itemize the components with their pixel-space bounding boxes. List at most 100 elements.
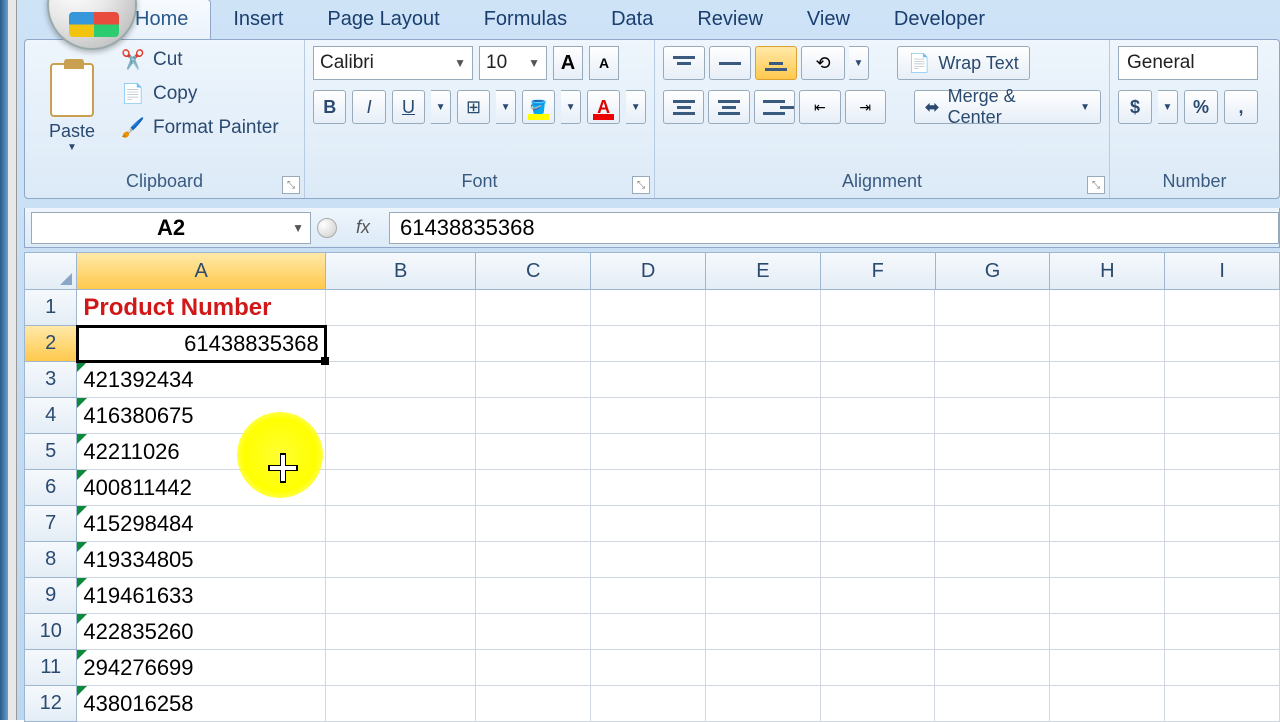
cell-H8[interactable] xyxy=(1050,542,1165,578)
cell-C2[interactable] xyxy=(476,326,591,362)
font-color-dropdown[interactable]: ▼ xyxy=(626,90,646,124)
row-header-6[interactable]: 6 xyxy=(24,470,77,506)
align-right-button[interactable] xyxy=(754,90,795,124)
tab-formulas[interactable]: Formulas xyxy=(462,0,589,39)
cell-A2[interactable]: 61438835368 xyxy=(77,326,325,362)
cell-C4[interactable] xyxy=(476,398,591,434)
number-format-combo[interactable]: General xyxy=(1118,46,1258,80)
cell-E6[interactable] xyxy=(706,470,821,506)
currency-dropdown[interactable]: ▼ xyxy=(1158,90,1178,124)
cell-B12[interactable] xyxy=(326,686,476,722)
cell-F8[interactable] xyxy=(821,542,936,578)
fx-button[interactable]: fx xyxy=(347,212,379,244)
cell-D8[interactable] xyxy=(591,542,706,578)
cell-B11[interactable] xyxy=(326,650,476,686)
col-header-I[interactable]: I xyxy=(1165,252,1280,290)
cell-G11[interactable] xyxy=(935,650,1050,686)
font-size-combo[interactable]: 10 ▼ xyxy=(479,46,547,80)
cell-G6[interactable] xyxy=(935,470,1050,506)
decrease-indent-button[interactable]: ⇤ xyxy=(799,90,840,124)
cell-C5[interactable] xyxy=(476,434,591,470)
cell-F6[interactable] xyxy=(821,470,936,506)
cell-A4[interactable]: 416380675 xyxy=(77,398,325,434)
col-header-B[interactable]: B xyxy=(326,252,476,290)
cell-A10[interactable]: 422835260 xyxy=(77,614,325,650)
col-header-A[interactable]: A xyxy=(77,252,325,290)
row-header-8[interactable]: 8 xyxy=(24,542,77,578)
cut-button[interactable]: ✂️ Cut xyxy=(117,46,296,74)
row-header-2[interactable]: 2 xyxy=(24,326,77,362)
cell-F11[interactable] xyxy=(821,650,936,686)
cell-B7[interactable] xyxy=(326,506,476,542)
cell-H12[interactable] xyxy=(1050,686,1165,722)
align-top-button[interactable] xyxy=(663,46,705,80)
cell-E3[interactable] xyxy=(706,362,821,398)
cell-D4[interactable] xyxy=(591,398,706,434)
row-header-4[interactable]: 4 xyxy=(24,398,77,434)
cell-A9[interactable]: 419461633 xyxy=(77,578,325,614)
orientation-button[interactable]: ⟲ xyxy=(801,46,845,80)
cell-F3[interactable] xyxy=(821,362,936,398)
cell-E8[interactable] xyxy=(706,542,821,578)
cell-D2[interactable] xyxy=(591,326,706,362)
cell-A7[interactable]: 415298484 xyxy=(77,506,325,542)
cell-G1[interactable] xyxy=(935,290,1050,326)
row-header-5[interactable]: 5 xyxy=(24,434,77,470)
cell-A3[interactable]: 421392434 xyxy=(77,362,325,398)
cell-A12[interactable]: 438016258 xyxy=(77,686,325,722)
cell-G3[interactable] xyxy=(935,362,1050,398)
cell-B5[interactable] xyxy=(326,434,476,470)
name-box[interactable]: A2 ▼ xyxy=(31,212,311,244)
cell-E10[interactable] xyxy=(706,614,821,650)
cell-C9[interactable] xyxy=(476,578,591,614)
orientation-dropdown[interactable]: ▼ xyxy=(849,46,869,80)
cell-C6[interactable] xyxy=(476,470,591,506)
cell-D11[interactable] xyxy=(591,650,706,686)
cell-G5[interactable] xyxy=(935,434,1050,470)
cell-G8[interactable] xyxy=(935,542,1050,578)
cell-C8[interactable] xyxy=(476,542,591,578)
increase-indent-button[interactable]: ⇥ xyxy=(845,90,886,124)
row-header-3[interactable]: 3 xyxy=(24,362,77,398)
cell-I1[interactable] xyxy=(1165,290,1280,326)
cell-D7[interactable] xyxy=(591,506,706,542)
cell-I9[interactable] xyxy=(1165,578,1280,614)
comma-button[interactable]: , xyxy=(1224,90,1258,124)
italic-button[interactable]: I xyxy=(352,90,385,124)
align-bottom-button[interactable] xyxy=(755,46,797,80)
align-left-button[interactable] xyxy=(663,90,704,124)
row-header-10[interactable]: 10 xyxy=(24,614,77,650)
font-name-combo[interactable]: Calibri ▼ xyxy=(313,46,473,80)
cell-B2[interactable] xyxy=(326,326,476,362)
col-header-F[interactable]: F xyxy=(821,252,936,290)
cell-B6[interactable] xyxy=(326,470,476,506)
align-center-button[interactable] xyxy=(708,90,749,124)
cell-B1[interactable] xyxy=(326,290,476,326)
bold-button[interactable]: B xyxy=(313,90,346,124)
clipboard-launcher[interactable]: ⤡ xyxy=(282,176,300,194)
cell-I5[interactable] xyxy=(1165,434,1280,470)
col-header-E[interactable]: E xyxy=(706,252,821,290)
cell-H1[interactable] xyxy=(1050,290,1165,326)
cell-F4[interactable] xyxy=(821,398,936,434)
cell-H10[interactable] xyxy=(1050,614,1165,650)
cell-B4[interactable] xyxy=(326,398,476,434)
fill-color-button[interactable]: 🪣 xyxy=(522,90,555,124)
copy-button[interactable]: 📄 Copy xyxy=(117,80,296,108)
borders-button[interactable]: ⊞ xyxy=(457,90,490,124)
cell-D12[interactable] xyxy=(591,686,706,722)
paste-dropdown-icon[interactable]: ▼ xyxy=(67,142,77,153)
align-middle-button[interactable] xyxy=(709,46,751,80)
cell-G7[interactable] xyxy=(935,506,1050,542)
cell-I6[interactable] xyxy=(1165,470,1280,506)
cell-E2[interactable] xyxy=(706,326,821,362)
cell-I10[interactable] xyxy=(1165,614,1280,650)
cell-D5[interactable] xyxy=(591,434,706,470)
formula-input[interactable]: 61438835368 xyxy=(389,212,1279,244)
percent-button[interactable]: % xyxy=(1184,90,1218,124)
row-header-11[interactable]: 11 xyxy=(24,650,77,686)
cell-G12[interactable] xyxy=(935,686,1050,722)
cell-E9[interactable] xyxy=(706,578,821,614)
underline-dropdown[interactable]: ▼ xyxy=(431,90,451,124)
col-header-H[interactable]: H xyxy=(1050,252,1165,290)
